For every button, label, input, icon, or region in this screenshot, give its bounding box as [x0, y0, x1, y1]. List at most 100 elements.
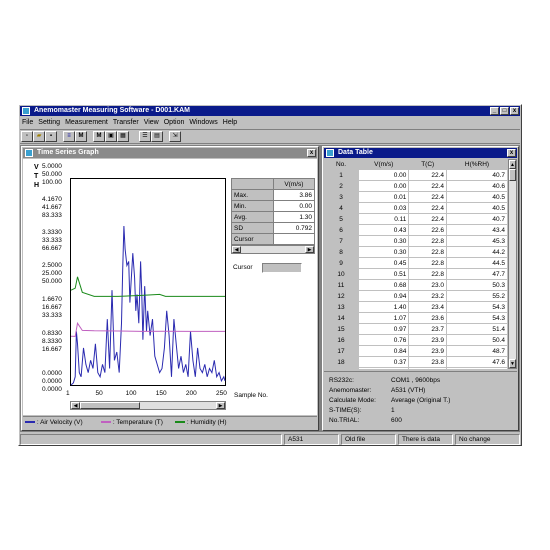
export-icon[interactable]: ⇲	[169, 131, 181, 142]
table-cell: 40.6	[446, 180, 508, 192]
table-row[interactable]: 1 0.00 22.4 40.7	[324, 169, 508, 181]
stats-scroll-right-arrow[interactable]: ▶	[305, 246, 314, 253]
stats-hscroll[interactable]: ◀ ▶	[231, 245, 315, 254]
menu-bar: File Setting Measurement Transfer View Option…	[22, 118, 518, 128]
y-tick-label: 33.333	[42, 312, 62, 319]
table-cell: 0.94	[358, 290, 410, 302]
table-cell: 47.7	[446, 268, 508, 280]
table-row[interactable]: 15 0.97 23.7 51.4	[324, 323, 508, 335]
table-window-titlebar[interactable]: Data Table x	[324, 148, 517, 158]
table-cell: 19	[324, 367, 359, 369]
table-row[interactable]: 6 0.43 22.6 43.4	[324, 224, 508, 236]
table-row[interactable]: 8 0.30 22.8 44.2	[324, 246, 508, 258]
info-row: S-TIME(S): 1	[329, 407, 395, 414]
table-row[interactable]: 13 1.40 23.4 54.3	[324, 301, 508, 313]
legend-item-temperature: : Temperature (T)	[101, 419, 163, 426]
table-row[interactable]: 16 0.76 23.9 50.4	[324, 334, 508, 346]
table-cell: 47.6	[446, 356, 508, 368]
graph-window-titlebar[interactable]: Time Series Graph x	[23, 148, 317, 158]
menu-item-measurement[interactable]: Measurement	[65, 118, 108, 127]
stat-label: SD	[231, 222, 274, 234]
print-icon[interactable]: ▣	[105, 131, 117, 142]
table-cell: 17	[324, 345, 359, 357]
table-row[interactable]: 14 1.07 23.6 54.3	[324, 312, 508, 324]
table-row[interactable]: 2 0.00 22.4 40.6	[324, 180, 508, 192]
table-row[interactable]: 5 0.11 22.4 40.7	[324, 213, 508, 225]
stop-icon[interactable]: M	[93, 131, 105, 142]
table-cell: 2	[324, 180, 359, 192]
table-row[interactable]: 7 0.30 22.8 45.3	[324, 235, 508, 247]
menu-item-setting[interactable]: Setting	[38, 118, 60, 127]
menu-item-option[interactable]: Option	[164, 118, 185, 127]
info-value: COM1 , 9600bps	[391, 377, 441, 384]
y-tick-label: 8.3330	[42, 338, 62, 345]
hscroll-right-arrow[interactable]: ▶	[216, 402, 225, 409]
table-cell: 8	[324, 246, 359, 258]
hscroll-thumb[interactable]	[80, 402, 140, 409]
grid-icon[interactable]: ▤	[151, 131, 163, 142]
status-cell-data: There is data	[398, 434, 453, 445]
vscroll-down-arrow[interactable]: ▼	[509, 359, 516, 368]
menu-item-windows[interactable]: Windows	[189, 118, 217, 127]
table-cell: 40.7	[446, 213, 508, 225]
table-row[interactable]: 191.5023.847.7	[324, 367, 508, 369]
table-cell: 22.4	[408, 169, 447, 181]
table-cell: 13	[324, 301, 359, 313]
vscroll-up-arrow[interactable]: ▲	[509, 160, 516, 169]
table-cell: 50.4	[446, 334, 508, 346]
graph-icon[interactable]: M	[75, 131, 87, 142]
menu-item-transfer[interactable]: Transfer	[113, 118, 139, 127]
menu-item-help[interactable]: Help	[223, 118, 237, 127]
info-value: 600	[391, 417, 402, 424]
table-cell: 0.30	[358, 235, 410, 247]
y-tick-label: 3.3330	[42, 229, 62, 236]
cursor-value-field	[262, 263, 302, 273]
table-row[interactable]: 9 0.45 22.8 44.5	[324, 257, 508, 269]
info-row: Anemomaster: A531 (VTH)	[329, 387, 425, 394]
column-header[interactable]: V(m/s)	[358, 159, 410, 170]
axis-letters: V T H	[34, 163, 39, 190]
stat-value: 3.86	[272, 189, 316, 201]
table-icon[interactable]: ▦	[117, 131, 129, 142]
list-icon[interactable]: ☰	[139, 131, 151, 142]
stat-label: Cursor	[231, 233, 274, 245]
table-row[interactable]: 12 0.94 23.2 55.2	[324, 290, 508, 302]
table-cell: 23.0	[408, 279, 447, 291]
info-value: A531 (VTH)	[391, 387, 426, 394]
column-header[interactable]: No.	[324, 159, 359, 170]
graph-close-button[interactable]: x	[307, 149, 316, 157]
table-cell: 11	[324, 279, 359, 291]
table-window-icon	[326, 149, 334, 157]
table-row[interactable]: 4 0.03 22.4 40.5	[324, 202, 508, 214]
menu-item-view[interactable]: View	[144, 118, 159, 127]
app-titlebar[interactable]: Anemomaster Measuring Software - D001.KA…	[20, 106, 520, 116]
stat-label: Max.	[231, 189, 274, 201]
legend-swatch-velocity	[25, 421, 35, 424]
hscroll-left-arrow[interactable]: ◀	[71, 402, 80, 409]
table-row[interactable]: 18 0.37 23.8 47.6	[324, 356, 508, 368]
menu-item-file[interactable]: File	[22, 118, 33, 127]
minimize-button[interactable]: _	[490, 107, 499, 115]
table-cell: 54.3	[446, 301, 508, 313]
save-icon[interactable]: ▪	[45, 131, 57, 142]
maximize-button[interactable]: □	[500, 107, 509, 115]
vscroll-thumb[interactable]	[509, 169, 516, 181]
new-file-icon[interactable]: ▫	[21, 131, 33, 142]
open-file-icon[interactable]: ▰	[33, 131, 45, 142]
table-row[interactable]: 10 0.51 22.8 47.7	[324, 268, 508, 280]
info-value: 1	[391, 407, 395, 414]
table-vscroll[interactable]: ▲ ▼	[508, 159, 517, 369]
column-header[interactable]: T(C)	[408, 159, 447, 170]
table-row[interactable]: 3 0.01 22.4 40.5	[324, 191, 508, 203]
column-header[interactable]: H(%RH)	[446, 159, 508, 170]
graph-hscroll[interactable]: ◀ ▶	[70, 401, 226, 410]
close-button[interactable]: x	[510, 107, 519, 115]
measure-icon[interactable]: ≡	[63, 131, 75, 142]
info-row: Calculate Mode: Average (Original T.)	[329, 397, 450, 404]
table-close-button[interactable]: x	[507, 149, 516, 157]
axis-letter-t: T	[34, 173, 39, 180]
table-row[interactable]: 11 0.68 23.0 50.3	[324, 279, 508, 291]
stats-scroll-left-arrow[interactable]: ◀	[232, 246, 241, 253]
y-tick-label: 0.0000	[42, 378, 62, 385]
table-row[interactable]: 17 0.84 23.9 48.7	[324, 345, 508, 357]
